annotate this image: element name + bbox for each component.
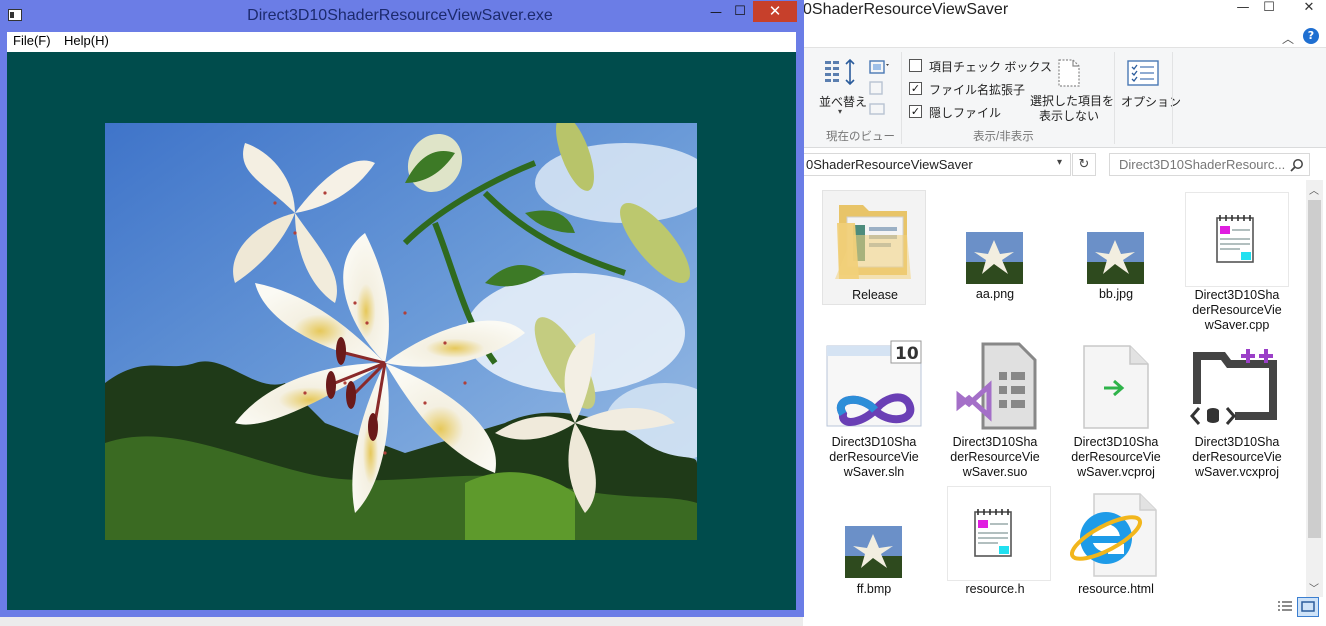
file-extensions-label[interactable]: ファイル名拡張子 xyxy=(929,81,1025,98)
menu-file[interactable]: File(F) xyxy=(13,33,51,48)
vcproj-file-icon xyxy=(1083,345,1149,429)
help-icon[interactable]: ? xyxy=(1303,28,1319,44)
rendered-image xyxy=(105,123,697,540)
hidden-items-label[interactable]: 隠しファイル xyxy=(929,104,1001,121)
taskbar-strip xyxy=(0,617,803,626)
scroll-up-icon[interactable]: ︿ xyxy=(1309,182,1319,197)
ribbon-collapse-icon[interactable]: ︿ xyxy=(1282,30,1294,47)
large-icons-view-button[interactable] xyxy=(1297,597,1319,617)
header-file-icon xyxy=(974,509,1012,557)
minimize-button[interactable]: — xyxy=(705,3,727,21)
ribbon-separator xyxy=(1114,52,1115,144)
image-thumbnail-icon xyxy=(966,232,1023,284)
folder-icon xyxy=(835,205,911,279)
file-item-resource-h[interactable] xyxy=(947,486,1051,581)
explorer-minimize-button[interactable]: — xyxy=(1230,0,1256,18)
sort-label[interactable]: 並べ替え xyxy=(819,93,867,110)
scrollbar-thumb[interactable] xyxy=(1308,200,1321,538)
file-name: Direct3D10Sha xyxy=(1073,435,1159,449)
file-name: Direct3D10Sha xyxy=(952,435,1038,449)
ribbon-separator xyxy=(901,52,902,144)
address-text[interactable]: 0ShaderResourceViewSaver xyxy=(806,157,973,172)
hide-selected-line2[interactable]: 表示しない xyxy=(1030,107,1108,124)
address-dropdown-icon[interactable]: ▾ xyxy=(1057,157,1062,168)
image-thumbnail-icon xyxy=(845,526,902,578)
file-name: wSaver.suo xyxy=(962,465,1028,479)
file-item-vcxproj[interactable]: Direct3D10Sha derResourceVie wSaver.vcxp… xyxy=(1185,340,1289,480)
file-name: wSaver.vcxproj xyxy=(1194,465,1280,479)
explorer-close-button[interactable]: ✕ xyxy=(1296,0,1322,18)
file-name: Release xyxy=(852,288,898,302)
current-view-group-label: 現在のビュー xyxy=(826,131,895,143)
file-name: Direct3D10Sha xyxy=(831,435,917,449)
image-thumbnail-icon xyxy=(1087,232,1144,284)
file-name: aa.png xyxy=(975,287,1015,301)
refresh-icon[interactable]: ↻ xyxy=(1072,153,1096,176)
item-checkboxes-label[interactable]: 項目チェック ボックス xyxy=(929,58,1052,75)
view-layout-icons[interactable] xyxy=(868,58,892,122)
app-icon[interactable] xyxy=(8,9,22,21)
search-input[interactable]: Direct3D10ShaderResourc... xyxy=(1119,157,1285,172)
details-view-icon[interactable] xyxy=(1277,600,1293,614)
file-extensions-checkbox[interactable]: ✓ xyxy=(909,82,922,95)
app-title: Direct3D10ShaderResourceViewSaver.exe xyxy=(247,7,553,24)
file-name: wSaver.sln xyxy=(843,465,905,479)
file-name: wSaver.vcproj xyxy=(1077,465,1155,479)
file-item-vcproj[interactable]: Direct3D10Sha derResourceVie wSaver.vcpr… xyxy=(1064,340,1168,480)
ribbon-tab-row xyxy=(803,24,1326,48)
file-name: derResourceVie xyxy=(1071,450,1161,464)
menu-help[interactable]: Help(H) xyxy=(64,33,109,48)
cpp-file-icon xyxy=(1216,215,1254,263)
file-item-aa-png[interactable]: aa.png xyxy=(943,190,1047,305)
ie-html-icon xyxy=(1070,493,1157,577)
file-name: derResourceVie xyxy=(950,450,1040,464)
suo-file-icon xyxy=(956,342,1037,430)
file-name: resource.html xyxy=(1078,582,1154,596)
file-name: derResourceVie xyxy=(1192,450,1282,464)
file-item-bb-jpg[interactable]: bb.jpg xyxy=(1064,190,1168,305)
solution-file-icon: 10 xyxy=(826,340,922,427)
file-item-resource-html[interactable]: resource.html xyxy=(1064,486,1168,596)
file-item-suo[interactable]: Direct3D10Sha derResourceVie wSaver.suo xyxy=(943,340,1047,480)
vcxproj-file-icon xyxy=(1189,349,1277,430)
file-item-release[interactable]: Release xyxy=(822,190,926,305)
maximize-button[interactable]: ☐ xyxy=(729,3,751,21)
file-name: ff.bmp xyxy=(856,582,892,596)
show-hide-group-label: 表示/非表示 xyxy=(973,131,1034,143)
file-item-ff-bmp[interactable]: ff.bmp xyxy=(822,486,926,596)
explorer-title: 0ShaderResourceViewSaver xyxy=(803,1,1009,18)
file-item-sln[interactable]: 10 Direct3D10Sha derResourceVie wSaver.s… xyxy=(822,340,926,480)
file-name: wSaver.cpp xyxy=(1204,318,1270,332)
explorer-maximize-button[interactable]: ☐ xyxy=(1256,0,1282,18)
sort-dropdown-icon[interactable]: ▾ xyxy=(838,107,842,116)
file-label-cpp: Direct3D10Sha derResourceVie wSaver.cpp xyxy=(1185,287,1289,335)
file-name: Direct3D10Sha xyxy=(1194,288,1280,302)
item-checkboxes-checkbox[interactable] xyxy=(909,59,922,72)
file-name: bb.jpg xyxy=(1098,287,1134,301)
search-icon[interactable] xyxy=(1290,158,1304,172)
status-bar xyxy=(803,597,1326,626)
scroll-down-icon[interactable]: ﹀ xyxy=(1309,580,1319,595)
close-button[interactable]: ✕ xyxy=(753,1,797,22)
ribbon-separator xyxy=(1172,52,1173,144)
file-name: derResourceVie xyxy=(1192,303,1282,317)
sort-icon[interactable] xyxy=(823,58,859,86)
file-name: resource.h xyxy=(965,582,1025,596)
menu-bar xyxy=(7,32,796,52)
large-icons-view-icon xyxy=(1301,601,1315,612)
hide-selected-icon[interactable] xyxy=(1056,58,1082,88)
file-item-cpp[interactable] xyxy=(1185,192,1289,287)
hidden-items-checkbox[interactable]: ✓ xyxy=(909,105,922,118)
options-icon[interactable] xyxy=(1127,60,1159,86)
svg-text:10: 10 xyxy=(895,344,919,364)
file-name: derResourceVie xyxy=(829,450,919,464)
file-name: Direct3D10Sha xyxy=(1194,435,1280,449)
